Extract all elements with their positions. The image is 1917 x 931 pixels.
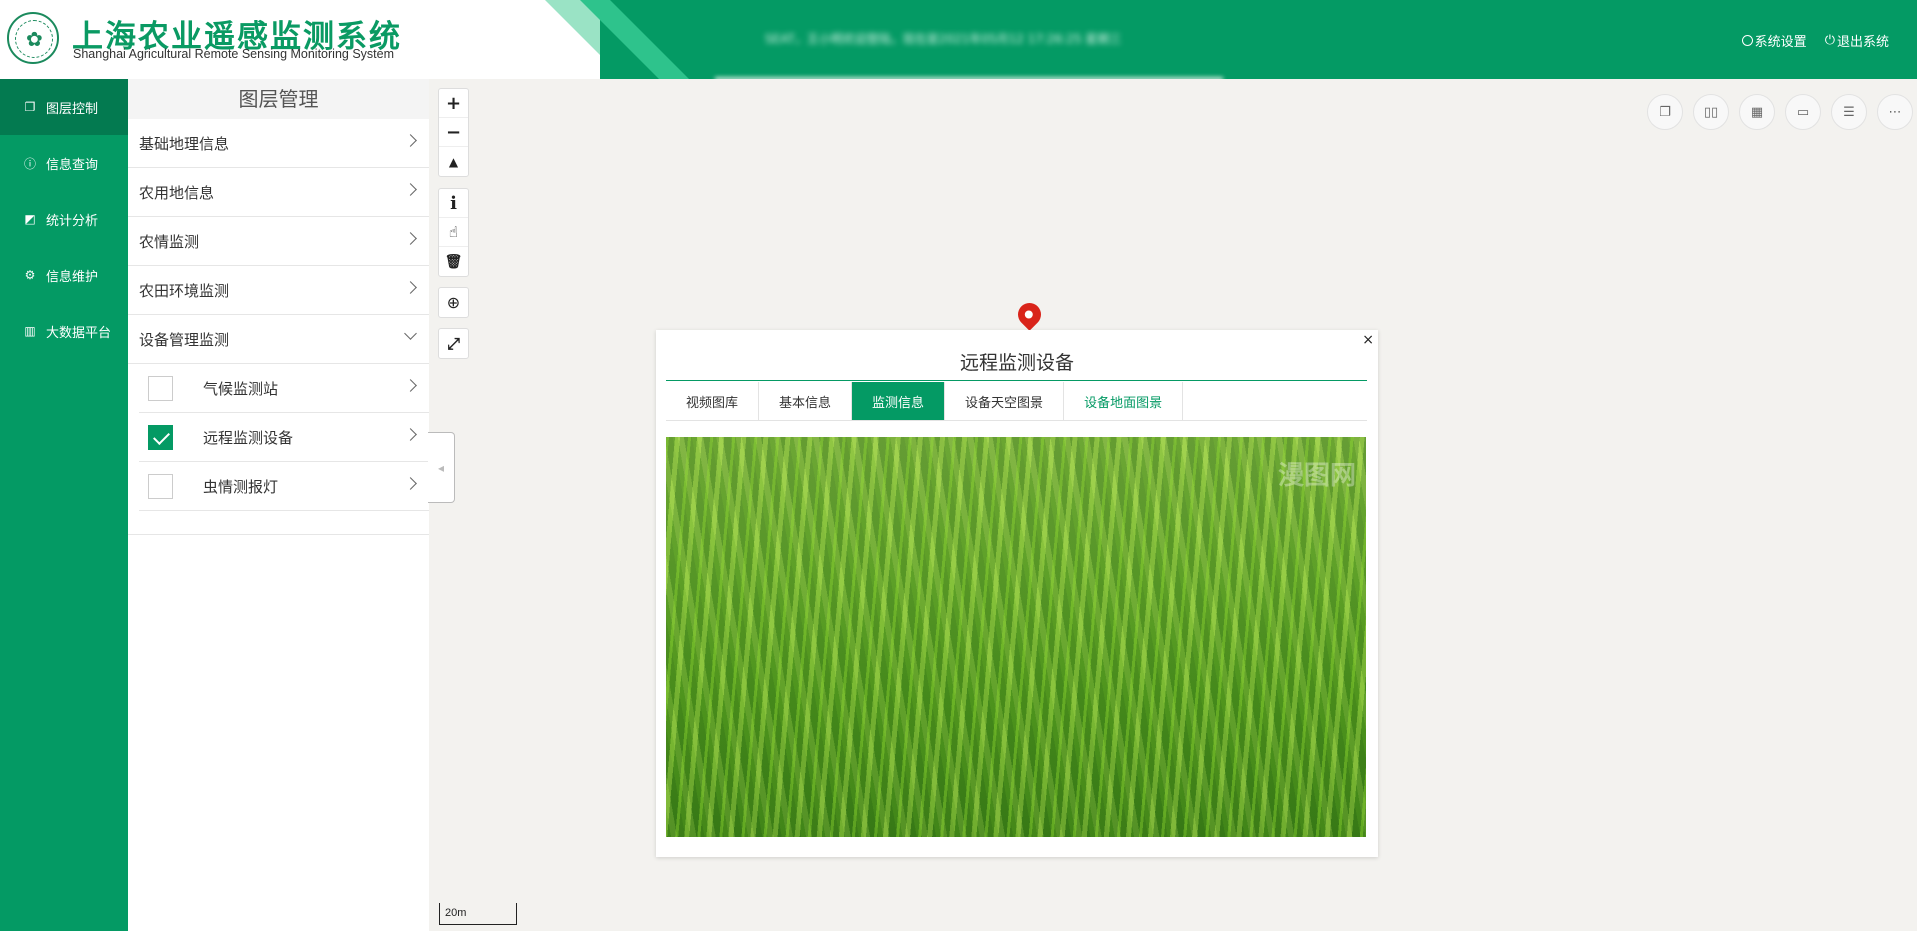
- chevron-right-icon: [404, 477, 417, 490]
- layer-item-label: 气候监测站: [203, 379, 279, 398]
- layer-group-label: 农用地信息: [139, 183, 215, 202]
- copy-icon[interactable]: ❐: [1647, 94, 1683, 130]
- zoom-in-button[interactable]: +: [439, 89, 468, 118]
- close-icon[interactable]: ×: [1362, 332, 1374, 348]
- chevron-left-icon: ◂: [437, 460, 445, 475]
- trash-icon[interactable]: 🗑: [439, 247, 468, 276]
- layer-checkbox[interactable]: [148, 473, 173, 499]
- zoom-out-button[interactable]: −: [439, 118, 468, 147]
- layer-checkbox[interactable]: [148, 375, 173, 401]
- popup-title: 远程监测设备: [959, 352, 1074, 374]
- book-icon[interactable]: ▯▯: [1693, 94, 1729, 130]
- zoom-controls: + − ▲: [438, 88, 469, 177]
- chevron-right-icon: [404, 281, 417, 294]
- panel-collapse-button[interactable]: ◂: [428, 432, 455, 503]
- watermark: 漫图网: [1277, 461, 1356, 491]
- globe-control: ⊕: [438, 287, 469, 318]
- chart-icon: ◩: [24, 212, 36, 226]
- power-icon: ⏻: [1824, 33, 1835, 48]
- fullscreen-icon[interactable]: ⤢: [439, 329, 468, 358]
- layer-item-remote-device[interactable]: 远程监测设备: [139, 413, 429, 462]
- nav-item-label: 图层控制: [46, 101, 99, 117]
- layer-item-label: 虫情测报灯: [203, 477, 279, 496]
- nav-item-maintenance[interactable]: ⚙ 信息维护: [0, 247, 128, 303]
- tab-sky-view[interactable]: 设备天空图景: [945, 382, 1065, 420]
- layer-checkbox[interactable]: [148, 424, 173, 450]
- panel-title: 图层管理: [128, 79, 429, 119]
- chevron-right-icon: [404, 379, 417, 392]
- layer-group-farmland[interactable]: 农用地信息: [128, 168, 429, 217]
- layer-panel: 图层管理 基础地理信息 农用地信息 农情监测 农田环境监测 设备管理监测 气候监…: [128, 79, 429, 931]
- nav-item-label: 信息维护: [46, 269, 99, 285]
- nav-item-big-data[interactable]: ▥ 大数据平台: [0, 303, 128, 359]
- globe-icon[interactable]: ⊕: [439, 288, 468, 317]
- layer-group-label: 农情监测: [139, 232, 200, 251]
- bar-chart-icon: ▥: [24, 324, 36, 338]
- map-toolbar: ❐ ▯▯ ▦ ▭ ☰ ⋯: [1647, 94, 1913, 130]
- gear-icon: ⚙: [24, 268, 36, 282]
- tool-controls: i ☝ 🗑: [438, 188, 469, 277]
- monitoring-photo: 漫图网: [666, 437, 1366, 837]
- leaf-icon: ✿: [26, 27, 43, 51]
- list-icon[interactable]: ☰: [1831, 94, 1867, 130]
- layer-group-device-management[interactable]: 设备管理监测: [128, 315, 429, 364]
- chevron-right-icon: [404, 232, 417, 245]
- nav-item-label: 信息查询: [46, 157, 99, 173]
- tab-video-gallery[interactable]: 视频图库: [666, 382, 760, 420]
- chevron-right-icon: [404, 183, 417, 196]
- logout-label: 退出系统: [1836, 35, 1889, 50]
- map-marker-icon[interactable]: [1013, 298, 1046, 331]
- info-icon: ⓘ: [23, 156, 36, 171]
- layer-group-label: 基础地理信息: [139, 134, 230, 153]
- logout-button[interactable]: ⏻ 退出系统: [1825, 31, 1889, 50]
- layer-group-field-env[interactable]: 农田环境监测: [128, 266, 429, 315]
- nav-item-layer-control[interactable]: ❐ 图层控制: [0, 79, 128, 135]
- nav-item-label: 统计分析: [46, 213, 99, 229]
- layer-group-basic-geo[interactable]: 基础地理信息: [128, 119, 429, 168]
- chevron-right-icon: [404, 428, 417, 441]
- tab-ground-view[interactable]: 设备地面图景: [1064, 382, 1184, 420]
- layer-group-crop-monitoring[interactable]: 农情监测: [128, 217, 429, 266]
- hand-pan-icon[interactable]: ☝: [439, 218, 468, 247]
- compass-button[interactable]: ▲: [439, 147, 468, 176]
- settings-button[interactable]: 系统设置: [1741, 31, 1807, 50]
- logo: ✿: [7, 12, 59, 64]
- chevron-right-icon: [404, 134, 417, 147]
- nav-item-label: 大数据平台: [46, 325, 112, 341]
- layer-group-label: 设备管理监测: [139, 330, 230, 349]
- app-subtitle: Shanghai Agricultural Remote Sensing Mon…: [73, 47, 395, 61]
- panel-divider: [128, 511, 429, 535]
- popup-tabs: 视频图库 基本信息 监测信息 设备天空图景 设备地面图景: [666, 382, 1367, 421]
- layer-group-label: 农田环境监测: [139, 281, 230, 300]
- settings-label: 系统设置: [1754, 35, 1807, 50]
- chevron-down-icon: [404, 327, 417, 340]
- device-popup: × 远程监测设备 视频图库 基本信息 监测信息 设备天空图景 设备地面图景 漫图…: [656, 330, 1378, 857]
- tab-monitoring-info[interactable]: 监测信息: [852, 382, 946, 420]
- fullscreen-control: ⤢: [438, 328, 469, 359]
- gear-icon: [1741, 35, 1753, 46]
- tab-basic-info[interactable]: 基本信息: [759, 382, 853, 420]
- app-header: ✿ 上海农业遥感监测系统 Shanghai Agricultural Remot…: [0, 0, 1917, 79]
- nav-item-info-query[interactable]: ⓘ 信息查询: [0, 135, 128, 191]
- sidebar-nav: ❐ 图层控制 ⓘ 信息查询 ◩ 统计分析 ⚙ 信息维护 ▥ 大数据平台: [0, 79, 128, 931]
- nav-item-statistics[interactable]: ◩ 统计分析: [0, 191, 128, 247]
- popup-title-rule: [666, 380, 1367, 381]
- layers-stack-icon[interactable]: ▭: [1785, 94, 1821, 130]
- grid-icon[interactable]: ▦: [1739, 94, 1775, 130]
- scale-bar: 20m: [439, 903, 517, 925]
- layer-item-label: 远程监测设备: [203, 428, 294, 447]
- info-tool-button[interactable]: i: [439, 189, 468, 218]
- welcome-marquee: SEAT，王小明欢迎登陆，现在是2021年05月12 17:26:25 星期三: [765, 32, 1122, 46]
- layer-item-insect-lamp[interactable]: 虫情测报灯: [139, 462, 429, 511]
- layers-icon: ❐: [24, 100, 36, 114]
- marquee-underline: [715, 77, 1223, 79]
- layer-item-weather-station[interactable]: 气候监测站: [139, 364, 429, 413]
- more-icon[interactable]: ⋯: [1877, 94, 1913, 130]
